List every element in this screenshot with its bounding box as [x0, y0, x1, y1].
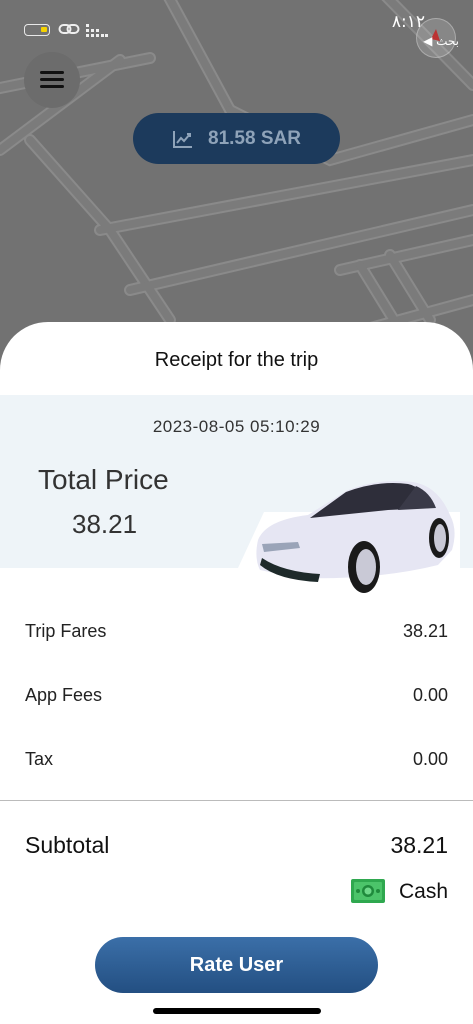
cash-money-icon	[351, 879, 385, 903]
status-time: ٨:١٢	[391, 12, 425, 32]
tax-label: Tax	[25, 749, 54, 769]
app-fees-value: 0.00	[412, 685, 448, 705]
battery-low-icon	[24, 24, 50, 36]
receipt-title: Receipt for the trip	[154, 349, 319, 371]
menu-button[interactable]	[24, 52, 80, 108]
link-icon	[58, 24, 80, 34]
status-bar: ٨:١٢ ◀ بحث	[0, 0, 473, 58]
total-price-label: Total Price	[38, 464, 169, 495]
divider	[0, 800, 473, 801]
earnings-pill[interactable]: 81.58 SAR	[133, 113, 340, 164]
app-fees-label: App Fees	[25, 685, 103, 705]
total-price-value: 38.21	[72, 509, 138, 539]
subtotal-value: 38.21	[390, 832, 448, 858]
rate-user-button[interactable]: Rate User	[95, 937, 378, 993]
hamburger-menu-icon	[40, 71, 64, 74]
tax-value: 0.00	[412, 749, 448, 769]
payment-method-label: Cash	[398, 880, 448, 903]
signal-icon	[86, 24, 108, 37]
trip-fares-value: 38.21	[402, 621, 448, 641]
home-indicator[interactable]	[153, 1008, 321, 1014]
subtotal-label: Subtotal	[25, 832, 110, 858]
trip-fares-label: Trip Fares	[25, 621, 107, 641]
car-illustration	[238, 481, 460, 593]
trip-datetime: 2023-08-05 05:10:29	[152, 417, 321, 436]
earnings-value: 81.58 SAR	[208, 127, 301, 149]
trend-chart-icon	[173, 130, 193, 148]
back-to-search-link[interactable]: ◀ بحث	[423, 34, 459, 48]
